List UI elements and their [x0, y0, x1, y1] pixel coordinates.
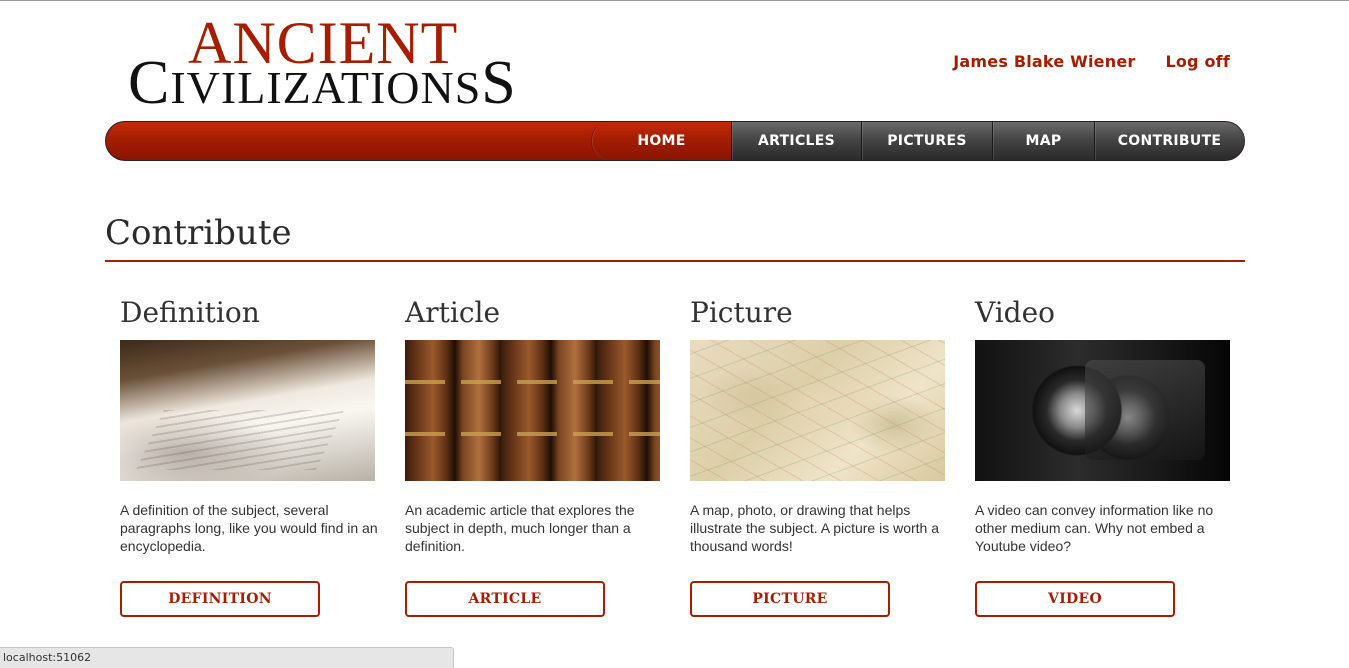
article-button[interactable]: ARTICLE: [405, 581, 605, 617]
card-heading: Article: [405, 296, 501, 329]
nav-item-pictures[interactable]: PICTURES: [861, 122, 992, 160]
card-description: A map, photo, or drawing that helps illu…: [690, 502, 940, 554]
card-picture: Picture A map, photo, or drawing that he…: [690, 295, 945, 617]
card-video: Video A video can convey information lik…: [975, 295, 1230, 617]
logoff-link[interactable]: Log off: [1165, 52, 1230, 71]
user-name-link[interactable]: James Blake Wiener: [953, 52, 1135, 71]
nav-item-articles[interactable]: ARTICLES: [731, 122, 861, 160]
card-description: A definition of the subject, several par…: [120, 502, 378, 554]
picture-button[interactable]: PICTURE: [690, 581, 890, 617]
nav-item-contribute[interactable]: CONTRIBUTE: [1094, 122, 1244, 160]
page-title: Contribute: [105, 213, 292, 253]
old-books-image: [405, 340, 660, 481]
title-divider: [105, 260, 1245, 262]
card-heading: Definition: [120, 296, 260, 329]
card-description: An academic article that explores the su…: [405, 502, 635, 554]
site-logo[interactable]: ANCIENT CIVILIZATIONSS: [128, 13, 548, 114]
logo-initial: C: [128, 49, 171, 117]
main-navbar: HOME ARTICLES PICTURES MAP CONTRIBUTE: [105, 121, 1245, 161]
logo-rest: IVILIZATIONS: [170, 62, 482, 113]
nav-item-map[interactable]: MAP: [992, 122, 1094, 160]
antique-map-image: [690, 340, 945, 481]
card-heading: Picture: [690, 296, 793, 329]
definition-button[interactable]: DEFINITION: [120, 581, 320, 617]
card-heading: Video: [975, 296, 1056, 329]
card-definition: Definition A definition of the subject, …: [120, 295, 378, 617]
card-description: A video can convey information like no o…: [975, 502, 1214, 554]
logo-final-s: S: [481, 49, 517, 117]
browser-status-bar: localhost:51062: [0, 647, 454, 668]
nav-items: HOME ARTICLES PICTURES MAP CONTRIBUTE: [591, 122, 1244, 160]
video-button[interactable]: VIDEO: [975, 581, 1175, 617]
logo-civilizations-text: CIVILIZATIONSS: [128, 52, 517, 127]
nav-item-home[interactable]: HOME: [591, 122, 731, 160]
vintage-camera-image: [975, 340, 1230, 481]
user-links: James Blake Wiener Log off: [953, 52, 1230, 71]
open-book-image: [120, 340, 375, 481]
card-article: Article An academic article that explore…: [405, 295, 660, 617]
